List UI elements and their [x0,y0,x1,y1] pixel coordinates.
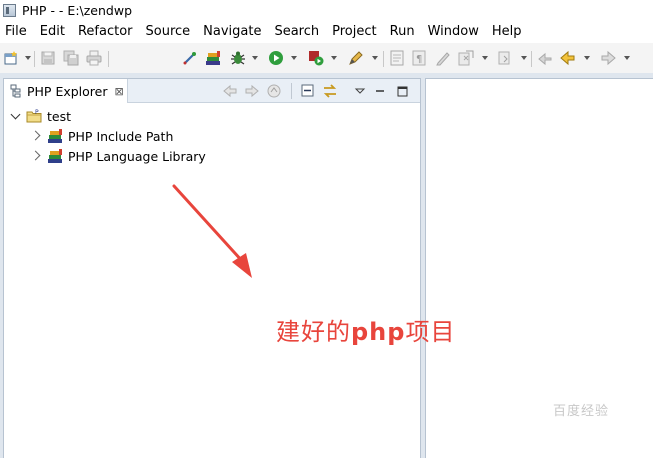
watermark: 百度经验 [553,404,610,419]
annotation-text: 建好的php项目 [276,312,455,347]
annotation-suffix: 项目 [405,318,456,346]
red-arrow-annotation [172,184,252,278]
annotation-prefix: 建好的 [276,318,351,346]
annotation-php: php [351,318,406,346]
